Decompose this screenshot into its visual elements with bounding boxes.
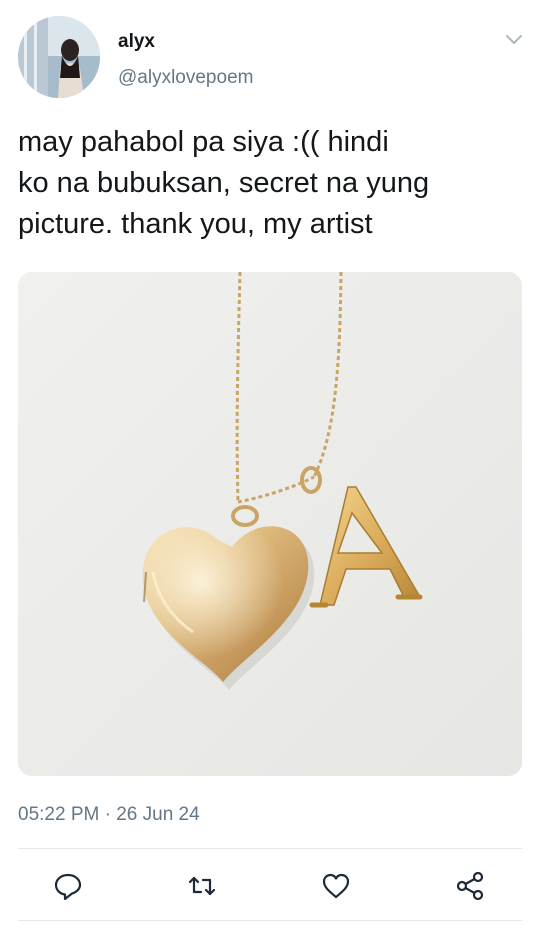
tweet-detail: alyx @alyxlovepoem may pahabol pa siya :… <box>0 0 540 930</box>
retweet-icon[interactable] <box>186 870 218 902</box>
action-bar <box>18 850 522 920</box>
tweet-timestamp[interactable]: 05:22 PM · 26 Jun 24 <box>18 803 200 827</box>
avatar[interactable] <box>18 16 100 98</box>
author-handle[interactable]: @alyxlovepoem <box>118 67 253 89</box>
author-name[interactable]: alyx <box>118 31 155 53</box>
divider <box>18 920 522 921</box>
chevron-down-icon[interactable] <box>503 30 525 48</box>
tweet-text: may pahabol pa siya :(( hindi ko na bubu… <box>18 126 430 240</box>
reply-icon[interactable] <box>52 870 84 902</box>
divider <box>18 848 522 849</box>
tweet-photo[interactable] <box>18 272 522 776</box>
share-icon[interactable] <box>454 870 486 902</box>
like-icon[interactable] <box>320 870 352 902</box>
